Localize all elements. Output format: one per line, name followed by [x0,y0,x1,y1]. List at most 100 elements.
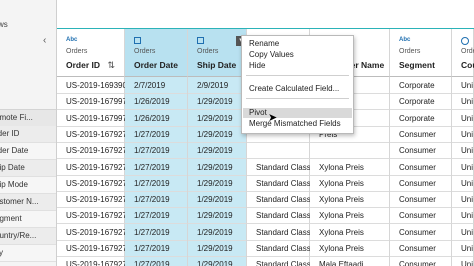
field-item[interactable]: rder Date [0,143,56,160]
table-cell[interactable]: Corporate [390,77,452,94]
sort-icon[interactable]: ⇅ [107,60,115,71]
field-item[interactable]: ountry/Re... [0,228,56,245]
table-cell[interactable]: Uni [452,158,474,176]
menu-item-pivot[interactable]: Pivot [243,108,352,118]
table-cell[interactable]: 1/27/2019 [125,191,188,209]
string-type-icon[interactable]: Abc [66,37,77,43]
field-item[interactable]: hip Date [0,160,56,177]
table-cell[interactable]: US-2019-167997 [57,93,125,111]
column-header[interactable]: Orders Order Date [125,29,188,77]
table-cell[interactable]: Corporate [390,109,452,127]
table-cell[interactable]: US-2019-167927 [57,174,125,192]
table-cell[interactable]: 1/27/2019 [125,207,188,225]
table-cell[interactable]: Uni [452,207,474,225]
field-item[interactable]: egment [0,211,56,228]
column-header[interactable]: Orders Count [452,29,474,77]
table-cell[interactable]: 1/29/2019 [188,240,247,257]
table-cell[interactable]: Consumer [390,125,452,143]
table-cell[interactable]: 1/29/2019 [188,256,247,266]
string-type-icon[interactable]: Abc [399,37,410,43]
table-cell[interactable]: Xylona Preis [310,174,390,192]
table-cell[interactable]: Uni [452,77,474,94]
table-cell[interactable]: US-2019-167927 [57,223,125,241]
table-cell[interactable] [310,142,390,160]
table-cell[interactable]: Xylona Preis [310,207,390,225]
table-cell[interactable]: Uni [452,256,474,266]
table-cell[interactable]: 2/9/2019 [188,77,247,94]
geo-type-icon[interactable] [461,37,469,45]
table-cell[interactable]: Uni [452,223,474,241]
table-cell[interactable]: 1/29/2019 [188,142,247,160]
table-cell[interactable]: Uni [452,109,474,127]
table-cell[interactable]: 1/26/2019 [125,109,188,127]
field-item[interactable]: rder ID [0,126,56,143]
table-cell[interactable]: 1/29/2019 [188,174,247,192]
table-cell[interactable]: Standard Class [247,174,310,192]
column-header[interactable]: Abc Orders Order ID ⇅ [57,29,125,77]
menu-item-merge-mismatched-fields[interactable]: Merge Mismatched Fields [243,119,352,129]
table-cell[interactable]: Standard Class [247,207,310,225]
table-cell[interactable]: US-2019-167927 [57,256,125,266]
table-cell[interactable]: US-2019-167927 [57,191,125,209]
table-cell[interactable]: Consumer [390,240,452,257]
table-cell[interactable]: 1/26/2019 [125,93,188,111]
table-cell[interactable]: 1/27/2019 [125,125,188,143]
table-cell[interactable]: US-2019-169390 [57,77,125,94]
table-cell[interactable]: Standard Class [247,256,310,266]
table-cell[interactable]: Xylona Preis [310,223,390,241]
menu-item-hide[interactable]: Hide [243,61,352,71]
table-cell[interactable]: 1/29/2019 [188,125,247,143]
table-cell[interactable]: 1/29/2019 [188,207,247,225]
column-header[interactable]: Abc Orders Segment [390,29,452,77]
table-cell[interactable] [247,142,310,160]
table-cell[interactable]: Consumer [390,256,452,266]
field-item[interactable]: ity [0,245,56,262]
menu-item-rename[interactable]: Rename [243,39,352,49]
table-cell[interactable]: 1/27/2019 [125,142,188,160]
table-cell[interactable]: Uni [452,191,474,209]
table-cell[interactable]: Standard Class [247,158,310,176]
table-cell[interactable]: Xylona Preis [310,240,390,257]
table-cell[interactable]: Standard Class [247,223,310,241]
table-cell[interactable]: Xylona Preis [310,191,390,209]
table-cell[interactable]: 1/29/2019 [188,158,247,176]
table-cell[interactable]: 1/27/2019 [125,240,188,257]
table-cell[interactable]: Uni [452,174,474,192]
table-cell[interactable]: Uni [452,240,474,257]
table-cell[interactable]: US-2019-167927 [57,207,125,225]
date-type-icon[interactable] [134,37,141,44]
table-cell[interactable]: 1/29/2019 [188,223,247,241]
table-cell[interactable]: US-2019-167927 [57,125,125,143]
table-cell[interactable]: Consumer [390,191,452,209]
table-cell[interactable]: Uni [452,142,474,160]
table-cell[interactable]: 1/27/2019 [125,223,188,241]
table-cell[interactable]: Consumer [390,174,452,192]
table-cell[interactable]: Consumer [390,223,452,241]
table-cell[interactable]: US-2019-167927 [57,158,125,176]
table-cell[interactable]: Uni [452,125,474,143]
field-item[interactable]: ustomer N... [0,194,56,211]
collapse-pane-icon[interactable]: ‹ [43,35,46,46]
menu-item-copy-values[interactable]: Copy Values [243,50,352,60]
table-cell[interactable]: 1/27/2019 [125,174,188,192]
table-cell[interactable]: 1/27/2019 [125,256,188,266]
table-cell[interactable]: Corporate [390,93,452,111]
table-cell[interactable]: Consumer [390,158,452,176]
table-cell[interactable]: 1/27/2019 [125,158,188,176]
table-cell[interactable]: 1/29/2019 [188,93,247,111]
field-item[interactable]: hip Mode [0,177,56,194]
table-cell[interactable]: US-2019-167927 [57,142,125,160]
table-cell[interactable]: US-2019-167927 [57,240,125,257]
table-cell[interactable]: Mala Eftaadi [310,256,390,266]
table-cell[interactable]: Xylona Preis [310,158,390,176]
remote-file-row[interactable]: emote Fi... [0,109,56,127]
table-cell[interactable]: Uni [452,93,474,111]
date-type-icon[interactable] [197,37,204,44]
table-cell[interactable]: 1/29/2019 [188,191,247,209]
table-cell[interactable]: 2/7/2019 [125,77,188,94]
table-cell[interactable]: Standard Class [247,240,310,257]
table-cell[interactable]: Consumer [390,207,452,225]
table-cell[interactable]: 1/29/2019 [188,109,247,127]
table-cell[interactable]: US-2019-167997 [57,109,125,127]
menu-item-create-calculated-field[interactable]: Create Calculated Field... [243,84,352,94]
